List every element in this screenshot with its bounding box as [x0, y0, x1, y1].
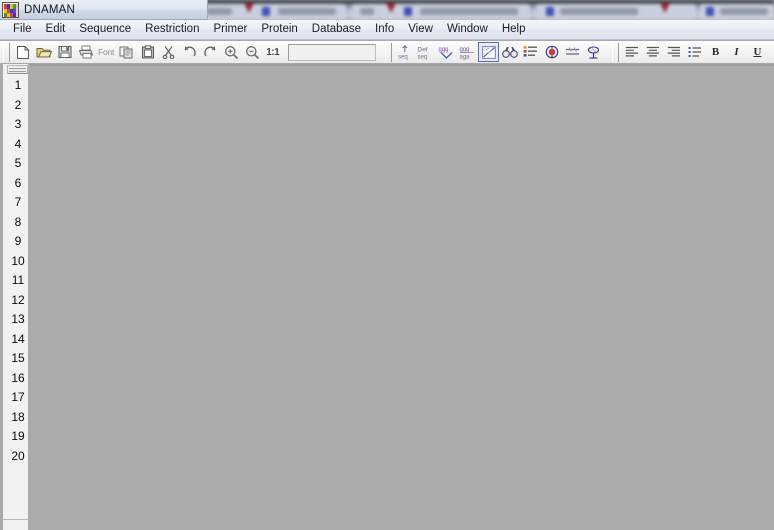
- window-title: DNAMAN: [24, 4, 75, 16]
- list-item: 13: [6, 310, 30, 330]
- font-icon[interactable]: Font: [96, 47, 116, 57]
- undo-icon[interactable]: [179, 42, 200, 62]
- find-binoculars-icon[interactable]: [499, 42, 520, 62]
- list-item: 2: [6, 96, 30, 116]
- menu-protein[interactable]: Protein: [254, 21, 304, 38]
- sequence-assembly-icon[interactable]: ggg aga: [457, 42, 478, 62]
- application-window: DNAMAN File Edit Sequence Restriction Pr…: [0, 0, 774, 530]
- copy-icon[interactable]: [116, 42, 137, 62]
- menu-view[interactable]: View: [401, 21, 440, 38]
- redo-icon[interactable]: [200, 42, 221, 62]
- multiple-alignment-icon[interactable]: ggg: [436, 42, 457, 62]
- svg-text:ggg: ggg: [460, 47, 470, 53]
- list-item: 8: [6, 213, 30, 233]
- bold-icon[interactable]: B: [705, 46, 726, 58]
- zoom-in-icon[interactable]: [221, 42, 242, 62]
- title-bar[interactable]: DNAMAN: [0, 0, 208, 20]
- menu-edit[interactable]: Edit: [39, 21, 73, 38]
- pairwise-compare-icon[interactable]: [562, 42, 583, 62]
- line-number-list: 1 2 3 4 5 6 7 8 9 10 11 12 13 14 15 16 1…: [6, 76, 30, 466]
- svg-text:ggg: ggg: [439, 47, 449, 53]
- list-item: 15: [6, 349, 30, 369]
- toolbar: Font: [0, 41, 774, 64]
- zoom-ratio-button[interactable]: 1:1: [263, 47, 282, 58]
- menu-bar: File Edit Sequence Restriction Primer Pr…: [0, 20, 774, 40]
- list-item: 12: [6, 291, 30, 311]
- underline-icon[interactable]: U: [747, 46, 768, 58]
- list-item: 3: [6, 115, 30, 135]
- list-item: 7: [6, 193, 30, 213]
- align-right-icon[interactable]: [663, 42, 684, 62]
- menu-file[interactable]: File: [6, 21, 39, 38]
- cut-scissors-icon[interactable]: [158, 42, 179, 62]
- svg-text:seq: seq: [418, 54, 428, 60]
- list-item: 19: [6, 427, 30, 447]
- restriction-analysis-icon[interactable]: [478, 42, 499, 62]
- define-sequence-icon[interactable]: Def seq: [415, 42, 436, 62]
- align-center-icon[interactable]: [642, 42, 663, 62]
- svg-text:seq: seq: [398, 54, 408, 60]
- list-item: 17: [6, 388, 30, 408]
- italic-icon[interactable]: I: [726, 46, 747, 58]
- gutter-divider: [2, 519, 29, 520]
- toolbar-empty-field[interactable]: [288, 44, 376, 61]
- workspace-top-shadow: [30, 64, 774, 66]
- menu-window[interactable]: Window: [440, 21, 495, 38]
- bullet-list-icon[interactable]: [684, 42, 705, 62]
- list-item: 14: [6, 330, 30, 350]
- menu-primer[interactable]: Primer: [206, 21, 254, 38]
- menu-help[interactable]: Help: [495, 21, 533, 38]
- menu-restriction[interactable]: Restriction: [138, 21, 206, 38]
- list-item: 16: [6, 369, 30, 389]
- list-item: 18: [6, 408, 30, 428]
- print-icon[interactable]: [75, 42, 96, 62]
- toolbar-grip-format[interactable]: [612, 43, 619, 62]
- list-item: 11: [6, 271, 30, 291]
- align-left-icon[interactable]: [621, 42, 642, 62]
- plasmid-map-icon[interactable]: [583, 42, 604, 62]
- paste-icon[interactable]: [137, 42, 158, 62]
- translate-sequence-icon[interactable]: seq: [394, 42, 415, 62]
- list-item: 10: [6, 252, 30, 272]
- list-item: 4: [6, 135, 30, 155]
- open-folder-icon[interactable]: [33, 42, 54, 62]
- svg-text:Def: Def: [418, 46, 428, 53]
- toolbar-grip-analysis[interactable]: [385, 43, 392, 62]
- menu-info[interactable]: Info: [368, 21, 401, 38]
- document-workspace[interactable]: [30, 64, 774, 530]
- list-item: 9: [6, 232, 30, 252]
- toolbar-grip-file[interactable]: [3, 43, 10, 62]
- sequence-list-icon[interactable]: [520, 42, 541, 62]
- list-item: 6: [6, 174, 30, 194]
- save-disk-icon[interactable]: [54, 42, 75, 62]
- menu-database[interactable]: Database: [305, 21, 368, 38]
- protein-circle-icon[interactable]: [541, 42, 562, 62]
- gutter-split-handle[interactable]: [7, 65, 28, 74]
- svg-text:aga: aga: [460, 54, 471, 60]
- mdi-client-area: 1 2 3 4 5 6 7 8 9 10 11 12 13 14 15 16 1…: [0, 64, 774, 530]
- new-document-icon[interactable]: [12, 42, 33, 62]
- zoom-out-icon[interactable]: [242, 42, 263, 62]
- list-item: 5: [6, 154, 30, 174]
- menu-sequence[interactable]: Sequence: [72, 21, 138, 38]
- line-number-gutter[interactable]: 1 2 3 4 5 6 7 8 9 10 11 12 13 14 15 16 1…: [2, 64, 29, 530]
- list-item: 1: [6, 76, 30, 96]
- list-item: 20: [6, 447, 30, 467]
- dnaman-gel-icon[interactable]: [2, 2, 19, 18]
